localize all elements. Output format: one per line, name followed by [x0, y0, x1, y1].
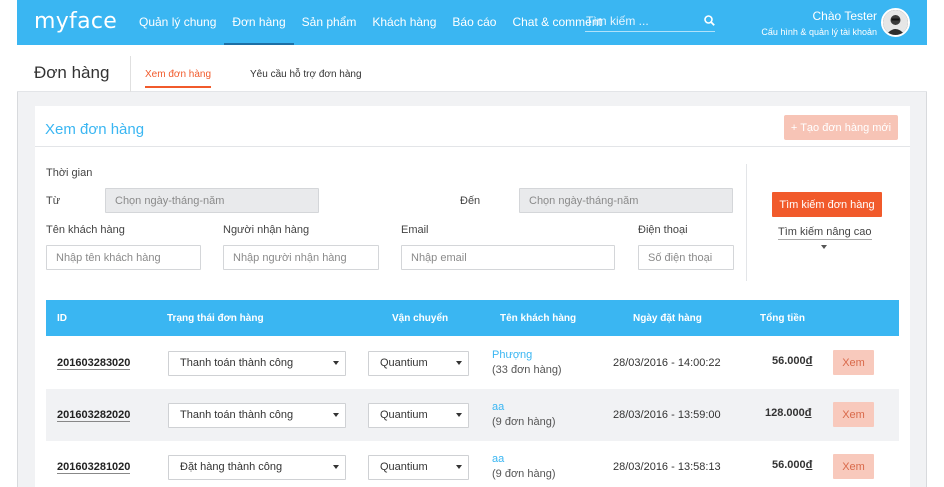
dropdown-caret-icon	[456, 361, 462, 365]
search-box	[585, 10, 715, 32]
order-count: (33 đơn hàng)	[492, 364, 562, 376]
email-field[interactable]	[401, 245, 615, 270]
caret-down-icon[interactable]	[821, 245, 827, 249]
shipping-value: Quantium	[380, 357, 428, 369]
main-nav: Quản lý chung Đơn hàng Sản phẩm Khách hà…	[131, 0, 610, 45]
total-amount: 128.000	[765, 407, 805, 419]
shipping-value: Quantium	[380, 461, 428, 473]
status-value: Thanh toán thành công	[180, 357, 294, 369]
status-select[interactable]: Thanh toán thành công	[168, 351, 346, 376]
total-amount: 56.000	[772, 355, 806, 367]
time-label: Thời gian	[46, 167, 93, 179]
tab-xem-don-hang[interactable]: Xem đơn hàng	[145, 69, 212, 88]
nav-don-hang[interactable]: Đơn hàng	[224, 0, 294, 45]
receiver-field[interactable]	[223, 245, 379, 270]
shipping-value: Quantium	[380, 409, 428, 421]
col-customer: Tên khách hàng	[500, 313, 577, 324]
col-total: Tổng tiền	[760, 313, 805, 324]
card-title: Xem đơn hàng	[45, 121, 145, 138]
dropdown-caret-icon	[333, 413, 339, 417]
customer-cell: Phượng (33 đơn hàng)	[492, 349, 562, 376]
logo[interactable]: myface	[34, 9, 117, 34]
nav-bao-cao[interactable]: Báo cáo	[444, 0, 504, 45]
search-icon[interactable]	[704, 13, 715, 31]
search-orders-button[interactable]: Tìm kiếm đơn hàng	[772, 192, 882, 217]
from-label: Từ	[46, 195, 61, 207]
table-row: 201603281020 Đặt hàng thành công Quantiu…	[46, 441, 899, 487]
shipping-select[interactable]: Quantium	[368, 351, 469, 376]
phone-label: Điện thoại	[638, 224, 688, 236]
receiver-label: Người nhận hàng	[223, 224, 310, 236]
customer-label: Tên khách hàng	[46, 224, 125, 236]
customer-name-link[interactable]: aa	[492, 453, 555, 465]
order-count: (9 đơn hàng)	[492, 416, 556, 428]
status-select[interactable]: Thanh toán thành công	[168, 403, 346, 428]
view-order-button[interactable]: Xem	[833, 350, 874, 375]
page-header: Đơn hàng Xem đơn hàng Yêu cầu hỗ trợ đơn…	[17, 45, 927, 92]
top-navbar: myface Quản lý chung Đơn hàng Sản phẩm K…	[17, 0, 927, 45]
order-total: 128.000đ	[765, 407, 812, 419]
dropdown-caret-icon	[456, 413, 462, 417]
orders-card: Xem đơn hàng + Tạo đơn hàng mới Thời gia…	[35, 106, 910, 487]
from-date-field[interactable]	[105, 188, 319, 213]
nav-khach-hang[interactable]: Khách hàng	[364, 0, 444, 45]
dropdown-caret-icon	[456, 465, 462, 469]
order-total: 56.000đ	[772, 459, 812, 471]
nav-san-pham[interactable]: Sản phẩm	[294, 0, 365, 45]
create-order-button[interactable]: + Tạo đơn hàng mới	[784, 115, 898, 140]
customer-cell: aa (9 đơn hàng)	[492, 401, 555, 428]
currency-symbol: đ	[805, 459, 813, 471]
filter-divider	[746, 164, 747, 281]
page-title: Đơn hàng	[34, 63, 110, 82]
customer-name-field[interactable]	[46, 245, 201, 270]
account-settings-link[interactable]: Cấu hình & quản lý tài khoản	[761, 27, 877, 37]
customer-name-link[interactable]: Phượng	[492, 349, 562, 361]
order-id[interactable]: 201603283020	[57, 357, 131, 370]
dropdown-caret-icon	[333, 465, 339, 469]
view-order-button[interactable]: Xem	[833, 402, 874, 427]
col-date: Ngày đặt hàng	[633, 313, 702, 324]
order-date: 28/03/2016 - 13:58:13	[613, 461, 721, 473]
order-date: 28/03/2016 - 13:59:00	[613, 409, 721, 421]
order-date: 28/03/2016 - 14:00:22	[613, 357, 721, 369]
email-label: Email	[401, 224, 429, 236]
phone-field[interactable]	[638, 245, 734, 270]
col-shipping: Vận chuyển	[392, 313, 449, 324]
status-value: Thanh toán thành công	[180, 409, 294, 421]
shipping-select[interactable]: Quantium	[368, 455, 469, 480]
customer-name-link[interactable]: aa	[492, 401, 555, 413]
header-divider	[130, 56, 131, 92]
currency-symbol: đ	[805, 355, 813, 367]
shipping-select[interactable]: Quantium	[368, 403, 469, 428]
nav-quan-ly-chung[interactable]: Quản lý chung	[131, 0, 224, 45]
dropdown-caret-icon	[333, 361, 339, 365]
user-info: Chào Tester Cấu hình & quản lý tài khoản	[761, 9, 877, 37]
col-status: Trạng thái đơn hàng	[167, 313, 264, 324]
table-row: 201603283020 Thanh toán thành công Quant…	[46, 337, 899, 389]
to-date-field[interactable]	[519, 188, 733, 213]
currency-symbol: đ	[804, 407, 812, 419]
order-total: 56.000đ	[772, 355, 812, 367]
customer-cell: aa (9 đơn hàng)	[492, 453, 555, 480]
advanced-search-link[interactable]: Tìm kiếm nâng cao	[778, 226, 872, 240]
table-header: ID Trạng thái đơn hàng Vận chuyển Tên kh…	[46, 300, 899, 336]
col-id: ID	[57, 313, 67, 324]
status-value: Đặt hàng thành công	[180, 461, 283, 473]
total-amount: 56.000	[772, 459, 806, 471]
card-divider	[35, 146, 910, 147]
avatar[interactable]	[881, 8, 910, 37]
tab-yeu-cau-ho-tro[interactable]: Yêu cầu hỗ trợ đơn hàng	[250, 69, 362, 86]
view-order-button[interactable]: Xem	[833, 454, 874, 479]
status-select[interactable]: Đặt hàng thành công	[168, 455, 346, 480]
order-id[interactable]: 201603281020	[57, 461, 131, 474]
search-input[interactable]	[585, 10, 693, 32]
to-label: Đến	[460, 195, 481, 207]
table-row: 201603282020 Thanh toán thành công Quant…	[46, 389, 899, 441]
order-id[interactable]: 201603282020	[57, 409, 131, 422]
order-count: (9 đơn hàng)	[492, 468, 556, 480]
greeting-text: Chào Tester	[812, 9, 877, 23]
